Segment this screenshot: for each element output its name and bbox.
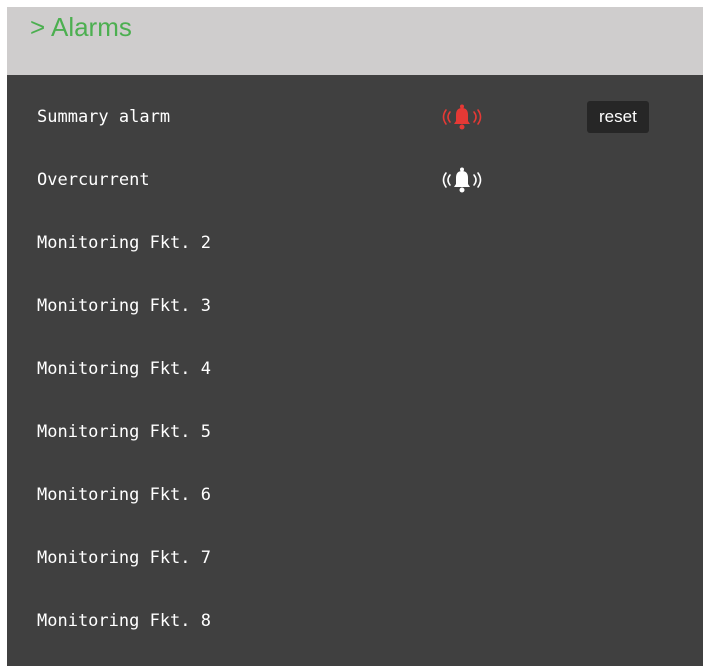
alarms-header: > Alarms bbox=[7, 7, 703, 75]
alarm-label: Summary alarm bbox=[37, 106, 171, 127]
alarm-label: Monitoring Fkt. 4 bbox=[37, 358, 211, 379]
alarm-row: Monitoring Fkt. 2 bbox=[7, 211, 703, 274]
page-title[interactable]: > Alarms bbox=[30, 11, 132, 43]
alarm-row: Monitoring Fkt. 3 bbox=[7, 274, 703, 337]
alarm-row: Monitoring Fkt. 7 bbox=[7, 526, 703, 589]
alarms-panel: > Alarms Summary alarm reset Overcurrent… bbox=[7, 7, 703, 666]
alarm-row: Monitoring Fkt. 6 bbox=[7, 463, 703, 526]
alarm-row: Monitoring Fkt. 5 bbox=[7, 400, 703, 463]
bell-ringing-icon bbox=[435, 165, 489, 195]
alarm-row: Monitoring Fkt. 8 bbox=[7, 589, 703, 652]
bell-ringing-icon bbox=[435, 102, 489, 132]
alarm-row: Monitoring Fkt. 4 bbox=[7, 337, 703, 400]
alarm-label: Monitoring Fkt. 6 bbox=[37, 484, 211, 505]
alarm-row-summary: Summary alarm reset bbox=[7, 85, 703, 148]
alarm-row-overcurrent: Overcurrent bbox=[7, 148, 703, 211]
alarm-label: Overcurrent bbox=[37, 169, 150, 190]
alarm-label: Monitoring Fkt. 8 bbox=[37, 610, 211, 631]
alarm-label: Monitoring Fkt. 2 bbox=[37, 232, 211, 253]
alarm-label: Monitoring Fkt. 7 bbox=[37, 547, 211, 568]
reset-button[interactable]: reset bbox=[587, 100, 649, 133]
alarm-label: Monitoring Fkt. 3 bbox=[37, 295, 211, 316]
alarm-label: Monitoring Fkt. 5 bbox=[37, 421, 211, 442]
